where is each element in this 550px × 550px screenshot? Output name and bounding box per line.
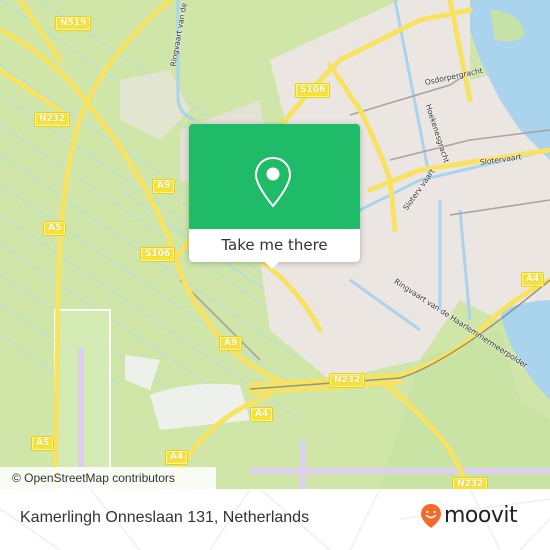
road-shield-n519: N519 [56,17,91,30]
map-pin-icon [254,156,292,208]
take-me-there-button[interactable]: Take me there [189,229,360,262]
road-shield-s106: S106 [296,84,330,97]
map-view[interactable]: N519 N232 A9 A5 S106 S106 A9 A4 A5 A4 N2… [0,0,550,489]
road-shield-a4: A4 [522,273,544,286]
address-text: Kamerlingh Onneslaan 131, Netherlands [20,509,310,526]
road-shield-n232: N232 [330,374,365,387]
road-shield-n232: N232 [453,478,488,489]
moovit-logo[interactable]: moovit [420,502,518,530]
road-shield-a9: A9 [220,337,242,350]
road-shield-a5: A5 [32,437,54,450]
moovit-wordmark: moovit [444,503,518,528]
moovit-smile-pin-icon [421,504,441,528]
road-shield-a4: A4 [166,451,188,464]
road-shield-n232: N232 [35,113,70,126]
map-attribution: © OpenStreetMap contributors [0,467,216,489]
road-shield-a9: A9 [153,180,175,193]
road-shield-s106: S106 [141,248,175,261]
footer: Kamerlingh Onneslaan 131, Netherlands mo… [0,489,550,550]
popup-pointer [264,261,280,269]
road-shield-a4: A4 [251,408,273,421]
location-popup: Take me there [189,124,360,269]
road-shield-a5: A5 [44,222,66,235]
